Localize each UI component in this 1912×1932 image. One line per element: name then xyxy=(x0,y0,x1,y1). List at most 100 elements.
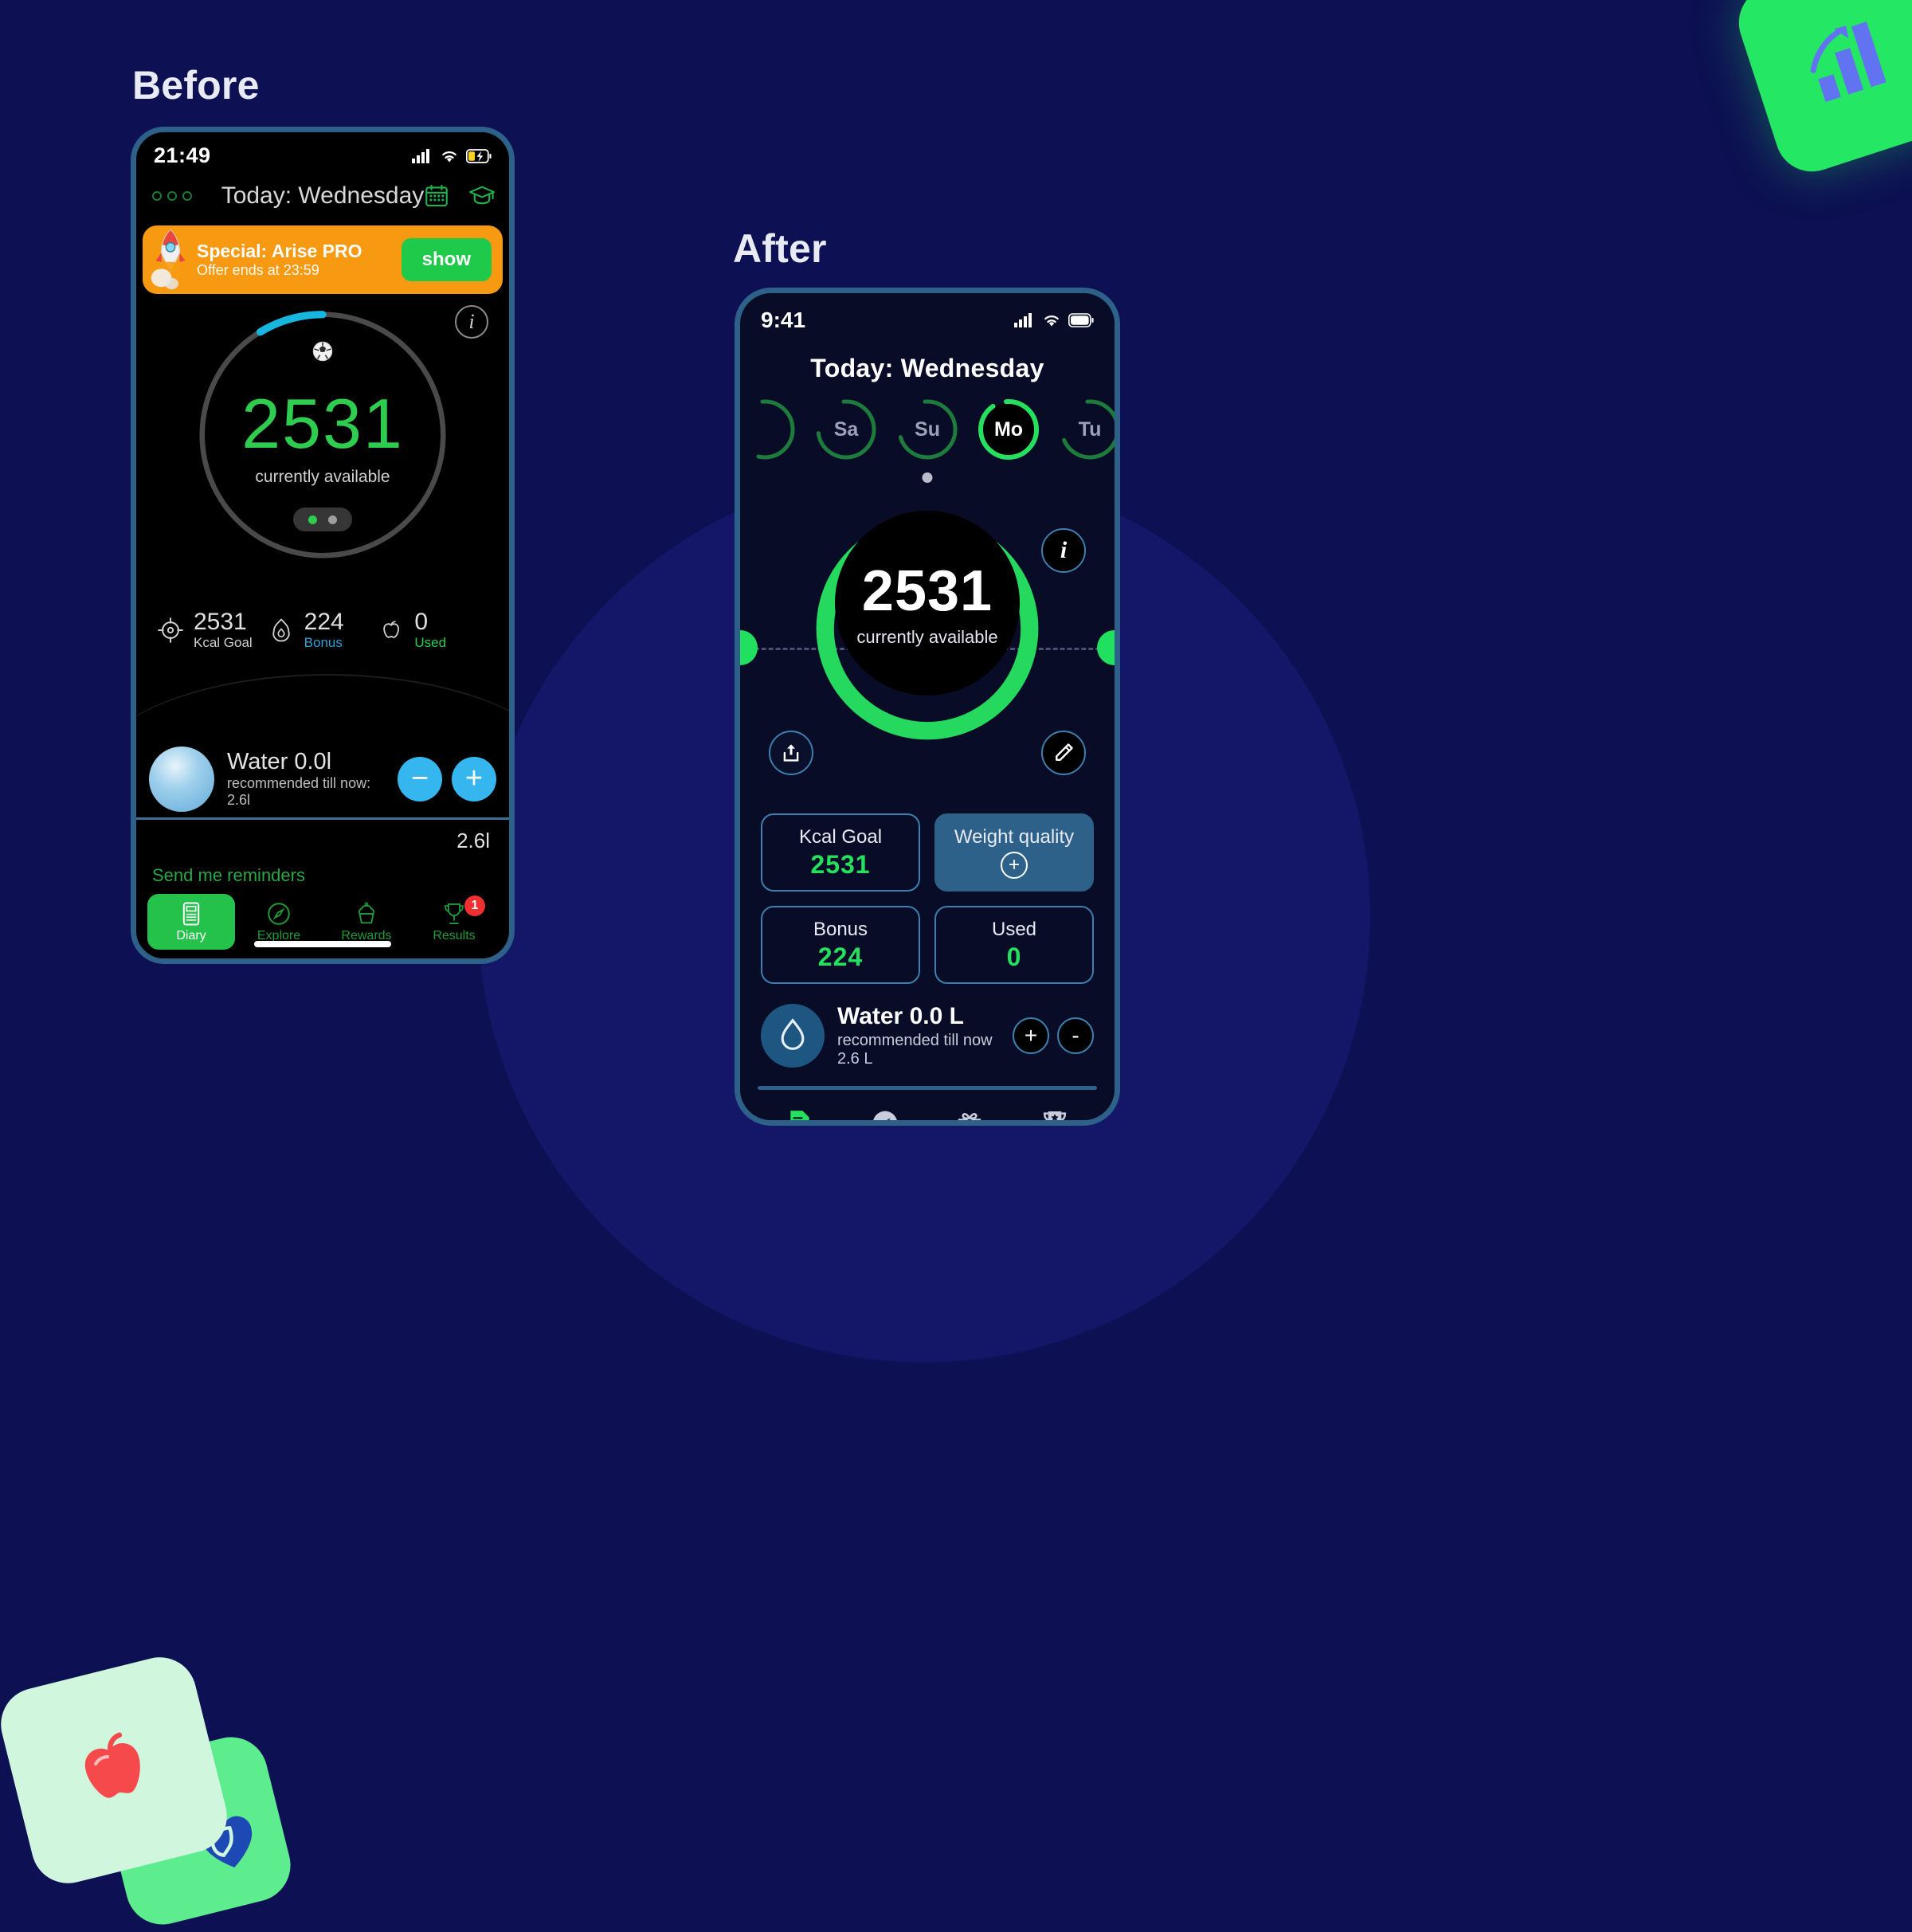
day-chip-su[interactable]: Su xyxy=(895,398,959,461)
status-icons xyxy=(1014,313,1094,327)
plus-circle-icon[interactable]: + xyxy=(1001,852,1028,879)
water-plus-button[interactable]: + xyxy=(1013,1017,1049,1054)
water-title: Water 0.0 L xyxy=(837,1003,964,1029)
rocket-icon xyxy=(151,229,186,290)
day-chip-sa[interactable]: Sa xyxy=(814,398,878,461)
day-label: Mo xyxy=(993,417,1024,441)
send-reminders-link[interactable]: Send me reminders xyxy=(152,865,305,886)
card-label: Bonus xyxy=(813,918,868,940)
cupcake-icon xyxy=(358,902,374,924)
pager-dot xyxy=(328,515,337,524)
stat-used: 0 Used xyxy=(378,609,488,651)
card-kcal-goal[interactable]: Kcal Goal 2531 xyxy=(761,813,920,892)
battery-full-icon xyxy=(1068,313,1094,327)
before-water-row: Water 0.0l recommended till now: 2.6l − … xyxy=(136,740,509,820)
water-steppers: + - xyxy=(1013,1017,1094,1054)
card-label: Kcal Goal xyxy=(798,825,883,848)
gift-icon xyxy=(958,1113,981,1120)
day-label: Tu xyxy=(1078,417,1102,441)
apple-icon xyxy=(383,621,400,638)
nav-item-explore[interactable]: Explore xyxy=(843,1107,928,1120)
after-phone-mockup: 9:41 Today: Wednesday Sa Su Mo Tu 2531 c… xyxy=(735,288,1120,1126)
day-label: Su xyxy=(915,417,940,441)
promo-banner[interactable]: Special: Arise PRO Offer ends at 23:59 s… xyxy=(143,225,503,294)
water-drop-icon xyxy=(761,1004,825,1068)
day-chip-prev[interactable] xyxy=(740,398,797,461)
share-icon[interactable] xyxy=(769,731,813,775)
card-weight-quality[interactable]: Weight quality + xyxy=(934,813,1094,892)
water-title: Water 0.0l xyxy=(227,749,332,774)
water-minus-button[interactable]: − xyxy=(398,756,442,801)
water-text: Water 0.0 L recommended till now 2.6 L xyxy=(837,1003,1000,1068)
guide-endpoint-left xyxy=(740,630,758,665)
wifi-icon xyxy=(442,151,456,162)
after-status-bar: 9:41 xyxy=(740,293,1115,333)
before-screen: 21:49 Today: Wednesday Special: Arise PR… xyxy=(136,132,509,958)
status-time: 21:49 xyxy=(154,143,211,167)
after-label: After xyxy=(733,226,827,271)
water-plus-button[interactable]: + xyxy=(452,756,496,801)
card-used[interactable]: Used 0 xyxy=(934,906,1094,984)
day-label: Sa xyxy=(833,417,859,441)
water-photo-icon xyxy=(149,746,214,812)
day-selector: Sa Su Mo Tu xyxy=(740,398,1115,492)
carousel-dot[interactable] xyxy=(922,472,933,483)
before-header: Today: Wednesday xyxy=(136,171,509,221)
soccer-ball-icon xyxy=(311,340,334,368)
pager-dot-active xyxy=(308,515,317,524)
after-screen: 9:41 Today: Wednesday Sa Su Mo Tu 2531 c… xyxy=(740,293,1115,1120)
stat-value: 224 xyxy=(304,609,344,635)
trophy-icon xyxy=(445,903,464,924)
stat-label: Kcal Goal xyxy=(194,634,253,650)
promo-show-button[interactable]: show xyxy=(401,238,492,281)
stat-bonus: 224 Bonus xyxy=(268,609,378,651)
status-badge: 1 xyxy=(464,895,485,916)
before-footer: 2.6l Send me reminders Diary Explore Rew… xyxy=(136,822,509,958)
diary-pencil-icon xyxy=(790,1111,809,1120)
day-chip-mo-today[interactable]: Mo xyxy=(977,398,1040,461)
after-ring-core: 2531 currently available xyxy=(835,511,1020,696)
before-label: Before xyxy=(132,63,260,108)
status-icons xyxy=(412,148,492,163)
nav-label: Results xyxy=(433,929,476,942)
nav-item-diary[interactable]: Diary xyxy=(147,894,235,950)
apple-icon xyxy=(84,1732,140,1798)
nav-label: Diary xyxy=(176,929,206,942)
ring-pager[interactable] xyxy=(293,507,352,531)
stat-value: 2531 xyxy=(194,609,247,635)
before-ring-value: 2531 xyxy=(241,384,404,463)
pencil-icon[interactable] xyxy=(1041,731,1086,775)
day-selector-row: Sa Su Mo Tu xyxy=(740,398,1115,461)
card-value: 224 xyxy=(817,942,864,971)
home-indicator xyxy=(254,941,391,947)
stat-kcal-goal: 2531 Kcal Goal xyxy=(157,609,268,651)
before-ring-caption: currently available xyxy=(255,468,390,486)
day-chip-tu[interactable]: Tu xyxy=(1058,398,1115,461)
stat-label: Bonus xyxy=(304,634,343,650)
graduation-cap-icon[interactable] xyxy=(468,182,496,210)
stat-label: Used xyxy=(414,634,447,650)
flame-icon xyxy=(272,617,290,642)
target-icon xyxy=(158,617,183,643)
trophy-icon xyxy=(1043,1111,1066,1120)
after-bottom-nav: Dairy Explore Rewards xyxy=(740,1090,1115,1120)
nav-item-rewards[interactable]: Rewards xyxy=(927,1107,1013,1120)
promo-subtitle: Offer ends at 23:59 xyxy=(197,261,319,278)
water-minus-button[interactable]: - xyxy=(1057,1017,1094,1054)
promo-text: Special: Arise PRO Offer ends at 23:59 xyxy=(197,241,402,278)
info-icon[interactable]: i xyxy=(455,305,488,339)
before-ring-section: i 2531 currently available xyxy=(136,294,509,606)
guide-endpoint-right xyxy=(1097,630,1115,665)
before-phone-mockup: 21:49 Today: Wednesday Special: Arise PR… xyxy=(131,127,515,964)
card-value: 0 xyxy=(1006,942,1022,971)
info-icon[interactable]: i xyxy=(1041,528,1086,573)
bar-chart-arrow-icon xyxy=(1810,22,1887,102)
nav-item-results[interactable]: Results 1 xyxy=(410,894,498,950)
calendar-icon[interactable] xyxy=(423,182,450,210)
nav-item-dairy[interactable]: Dairy xyxy=(758,1107,843,1120)
nav-item-results[interactable]: Results xyxy=(1013,1107,1098,1120)
water-text: Water 0.0l recommended till now: 2.6l xyxy=(227,749,385,809)
menu-dots-icon[interactable] xyxy=(152,191,192,201)
card-bonus[interactable]: Bonus 224 xyxy=(761,906,920,984)
water-total-value: 2.6l xyxy=(456,829,490,852)
